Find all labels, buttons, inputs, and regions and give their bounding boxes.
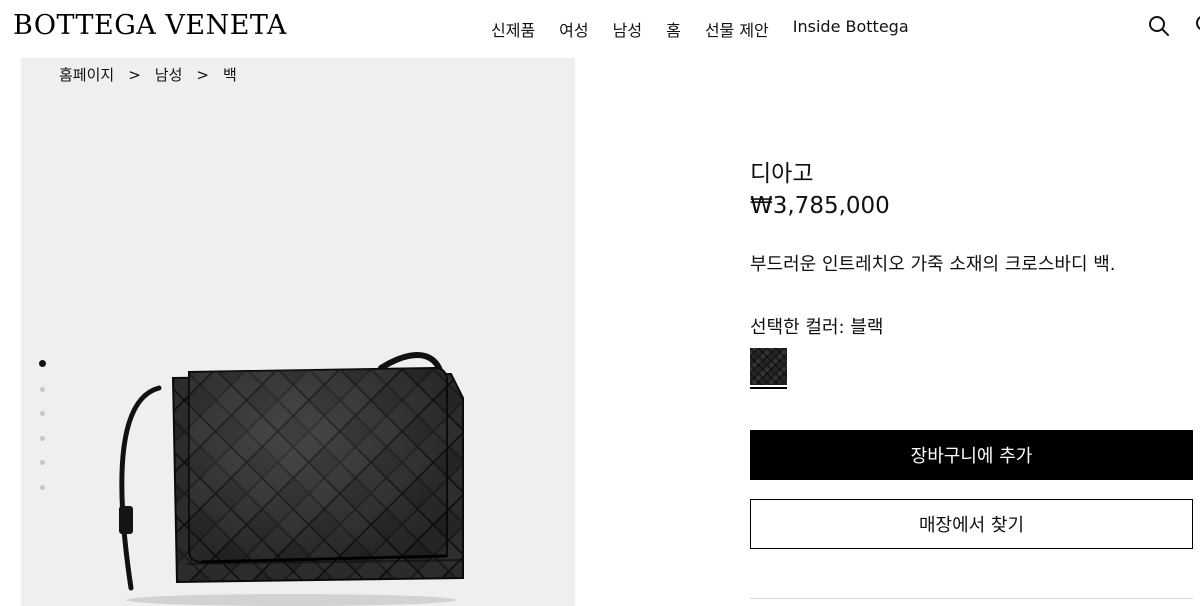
swatch-selected-indicator: [750, 387, 787, 389]
gallery-dot[interactable]: [39, 360, 46, 367]
site-header: BOTTEGA VENETA 신제품 여성 남성 홈 선물 제안 Inside …: [0, 0, 1200, 58]
breadcrumb-home[interactable]: 홈페이지: [59, 64, 114, 85]
nav-item-gifts[interactable]: 선물 제안: [705, 17, 769, 41]
gallery-dot[interactable]: [40, 435, 45, 441]
breadcrumb-bags[interactable]: 백: [223, 64, 237, 85]
divider: [750, 598, 1193, 599]
product-name: 디아고: [750, 161, 814, 187]
product-description: 부드러운 인트레치오 가죽 소재의 크로스바디 백.: [750, 254, 1116, 275]
nav-item-men[interactable]: 남성: [613, 17, 642, 41]
gallery-dot[interactable]: [40, 484, 45, 490]
product-price: ₩3,785,000: [750, 193, 890, 219]
nav-item-inside-bottega[interactable]: Inside Bottega: [793, 17, 909, 41]
breadcrumb-men[interactable]: 남성: [155, 64, 183, 85]
nav-item-women[interactable]: 여성: [559, 17, 588, 41]
account-icon[interactable]: [1192, 14, 1200, 38]
nav-item-new[interactable]: 신제품: [491, 17, 535, 41]
breadcrumb-separator: >: [196, 65, 209, 84]
color-swatch-black[interactable]: [750, 348, 787, 385]
main-nav: 신제품 여성 남성 홈 선물 제안 Inside Bottega: [491, 17, 933, 41]
breadcrumb-separator: >: [128, 65, 141, 84]
search-icon[interactable]: [1147, 14, 1171, 38]
product-image: [91, 338, 511, 606]
add-to-cart-button[interactable]: 장바구니에 추가: [750, 430, 1193, 480]
gallery-pagination: [39, 360, 46, 509]
nav-item-home[interactable]: 홈: [666, 17, 681, 41]
brand-logo[interactable]: BOTTEGA VENETA: [13, 10, 287, 41]
find-in-store-button[interactable]: 매장에서 찾기: [750, 499, 1193, 549]
product-gallery[interactable]: 홈페이지 > 남성 > 백: [21, 58, 575, 606]
selected-color-label: 선택한 컬러: 블랙: [750, 317, 884, 338]
gallery-dot[interactable]: [40, 460, 45, 465]
gallery-dot[interactable]: [40, 386, 45, 392]
gallery-dot[interactable]: [40, 411, 45, 416]
breadcrumb: 홈페이지 > 남성 > 백: [59, 64, 237, 85]
